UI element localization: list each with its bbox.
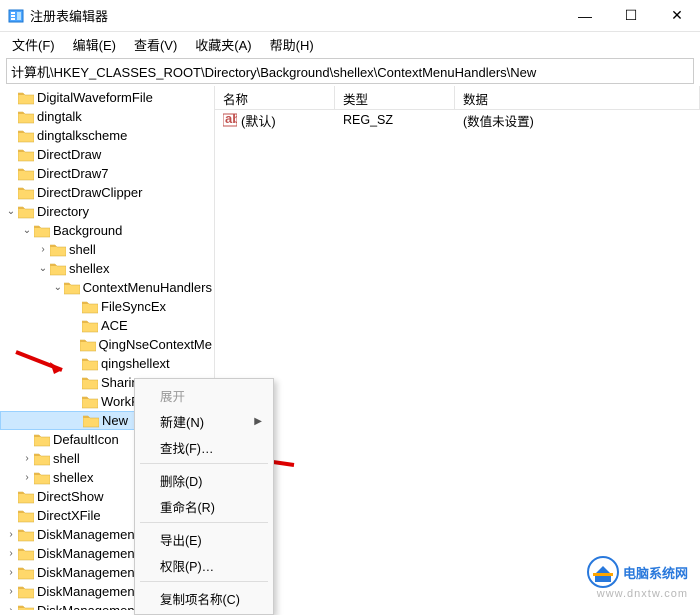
col-type[interactable]: 类型 [335, 86, 455, 109]
tree-item[interactable]: › shell [0, 240, 214, 259]
tree-item-label: New [102, 413, 128, 428]
chevron-icon[interactable]: › [36, 244, 50, 255]
separator [140, 522, 268, 523]
ctx-rename[interactable]: 重命名(R) [138, 493, 270, 519]
chevron-icon[interactable]: ⌄ [36, 263, 50, 274]
tree-item-label: qingshellext [101, 356, 170, 371]
svg-text:ab: ab [225, 113, 237, 126]
tree-item-label: DiskManagement. [37, 584, 142, 599]
chevron-icon[interactable]: ⌄ [20, 225, 34, 236]
tree-item-label: shell [53, 451, 80, 466]
tree-item-label: dingtalkscheme [37, 128, 127, 143]
tree-item[interactable]: QingNseContextMe [0, 335, 214, 354]
tree-item-label: DiskManagement. [37, 603, 142, 610]
list-view[interactable]: 名称 类型 数据 ab (默认) REG_SZ (数值未设置) [215, 86, 700, 610]
tree-item-label: ContextMenuHandlers [83, 280, 212, 295]
string-value-icon: ab [223, 113, 237, 127]
separator [140, 581, 268, 582]
tree-item-label: Directory [37, 204, 89, 219]
chevron-icon[interactable]: › [4, 529, 18, 540]
tree-item[interactable]: FileSyncEx [0, 297, 214, 316]
list-header: 名称 类型 数据 [215, 86, 700, 110]
menu-view[interactable]: 查看(V) [126, 33, 185, 56]
minimize-button[interactable]: — [562, 0, 608, 32]
tree-item-label: DirectXFile [37, 508, 101, 523]
tree-item[interactable]: DirectDraw7 [0, 164, 214, 183]
window-title: 注册表编辑器 [30, 6, 562, 25]
chevron-icon[interactable]: › [4, 567, 18, 578]
maximize-button[interactable]: ☐ [608, 0, 654, 32]
tree-item[interactable]: qingshellext [0, 354, 214, 373]
tree-item[interactable]: dingtalk [0, 107, 214, 126]
chevron-icon[interactable]: ⌄ [52, 282, 64, 293]
list-row[interactable]: ab (默认) REG_SZ (数值未设置) [215, 110, 700, 130]
col-name[interactable]: 名称 [215, 86, 335, 109]
tree-item-label: shellex [69, 261, 109, 276]
chevron-icon[interactable]: › [4, 605, 18, 610]
tree-item-label: shellex [53, 470, 93, 485]
address-bar[interactable]: 计算机\HKEY_CLASSES_ROOT\Directory\Backgrou… [6, 58, 694, 84]
ctx-copy-key-name[interactable]: 复制项名称(C) [138, 585, 270, 611]
tree-item[interactable]: ⌄ shellex [0, 259, 214, 278]
tree-item-label: QingNseContextMe [99, 337, 212, 352]
tree-item[interactable]: dingtalkscheme [0, 126, 214, 145]
tree-item-label: DirectShow [37, 489, 103, 504]
tree-item[interactable]: DirectDrawClipper [0, 183, 214, 202]
tree-item-label: DirectDrawClipper [37, 185, 142, 200]
ctx-find[interactable]: 查找(F)… [138, 434, 270, 460]
window-controls: — ☐ ✕ [562, 0, 700, 32]
menu-edit[interactable]: 编辑(E) [65, 33, 124, 56]
app-icon [8, 8, 24, 24]
tree-item[interactable]: ACE [0, 316, 214, 335]
tree-item-label: DirectDraw7 [37, 166, 109, 181]
tree-item-label: shell [69, 242, 96, 257]
menu-file[interactable]: 文件(F) [4, 33, 63, 56]
chevron-icon[interactable]: › [20, 472, 34, 483]
close-button[interactable]: ✕ [654, 0, 700, 32]
tree-item[interactable]: DirectDraw [0, 145, 214, 164]
tree-item[interactable]: ⌄ ContextMenuHandlers [0, 278, 214, 297]
tree-item-label: DefaultIcon [53, 432, 119, 447]
ctx-delete[interactable]: 删除(D) [138, 467, 270, 493]
chevron-icon[interactable]: › [4, 586, 18, 597]
tree-item[interactable]: DigitalWaveformFile [0, 88, 214, 107]
separator [140, 463, 268, 464]
menu-help[interactable]: 帮助(H) [262, 33, 322, 56]
tree-item-label: FileSyncEx [101, 299, 166, 314]
tree-item-label: DiskManagement. [37, 546, 142, 561]
tree-item-label: DiskManagement. [37, 527, 142, 542]
main-area: DigitalWaveformFile dingtalk dingtalkschem… [0, 86, 700, 610]
cell-type: REG_SZ [335, 113, 455, 127]
tree-item-label: Background [53, 223, 122, 238]
ctx-export[interactable]: 导出(E) [138, 526, 270, 552]
tree-item[interactable]: ⌄ Directory [0, 202, 214, 221]
tree-item-label: DigitalWaveformFile [37, 90, 153, 105]
cell-data: (数值未设置) [455, 111, 700, 130]
address-path: 计算机\HKEY_CLASSES_ROOT\Directory\Backgrou… [11, 62, 536, 81]
ctx-new[interactable]: 新建(N)▶ [138, 408, 270, 434]
menu-bar: 文件(F) 编辑(E) 查看(V) 收藏夹(A) 帮助(H) [0, 32, 700, 56]
tree-item-label: dingtalk [37, 109, 82, 124]
cell-name: ab (默认) [215, 111, 335, 130]
chevron-icon[interactable]: › [4, 548, 18, 559]
chevron-right-icon: ▶ [254, 416, 262, 427]
ctx-expand: 展开 [138, 382, 270, 408]
tree-item-label: DirectDraw [37, 147, 101, 162]
tree-item-label: DiskManagement. [37, 565, 142, 580]
chevron-icon[interactable]: › [20, 453, 34, 464]
chevron-icon[interactable]: ⌄ [4, 206, 18, 217]
menu-favorites[interactable]: 收藏夹(A) [187, 33, 259, 56]
title-bar: 注册表编辑器 — ☐ ✕ [0, 0, 700, 32]
ctx-permissions[interactable]: 权限(P)… [138, 552, 270, 578]
tree-item-label: ACE [101, 318, 128, 333]
tree-item[interactable]: ⌄ Background [0, 221, 214, 240]
context-menu: 展开 新建(N)▶ 查找(F)… 删除(D) 重命名(R) 导出(E) 权限(P… [134, 378, 274, 615]
col-data[interactable]: 数据 [455, 86, 700, 109]
